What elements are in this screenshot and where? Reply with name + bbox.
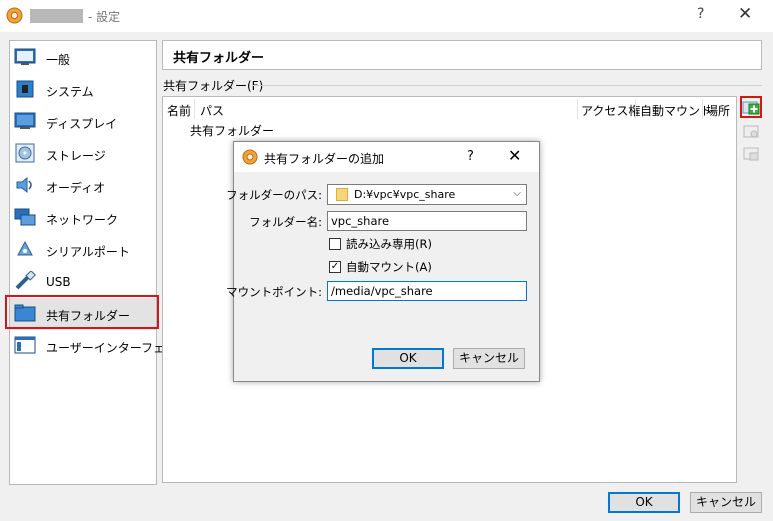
monitor-general-icon bbox=[14, 48, 36, 65]
usb-icon bbox=[15, 271, 36, 290]
mount-point-field[interactable]: /media/vpc_share bbox=[327, 281, 527, 301]
sidebar-item-general[interactable]: 一般 bbox=[10, 42, 156, 74]
sidebar-item-label: ディスプレイ bbox=[46, 117, 118, 131]
folder-path-combo[interactable]: D:¥vpc¥vpc_share ⌵ bbox=[327, 184, 527, 205]
network-icon bbox=[14, 208, 36, 226]
folder-name-label: フォルダー名: bbox=[249, 215, 322, 229]
page-title: 共有フォルダー bbox=[173, 51, 265, 66]
dialog-close-button[interactable]: ✕ bbox=[508, 146, 521, 165]
folder-path-label: フォルダーのパス: bbox=[226, 188, 322, 202]
close-button[interactable]: ✕ bbox=[738, 4, 752, 24]
column-header-location[interactable]: 場所 bbox=[706, 102, 730, 119]
virtualbox-gear-icon bbox=[6, 7, 23, 24]
automount-label[interactable]: 自動マウント(A) bbox=[346, 259, 432, 275]
sidebar-item-storage[interactable]: ストレージ bbox=[10, 138, 156, 170]
chip-system-icon bbox=[16, 80, 34, 98]
sidebar-item-audio[interactable]: オーディオ bbox=[10, 170, 156, 202]
sidebar-item-display[interactable]: ディスプレイ bbox=[10, 106, 156, 138]
sidebar-item-label: 一般 bbox=[46, 53, 71, 67]
chevron-down-icon: ⌵ bbox=[513, 188, 521, 199]
column-header-access[interactable]: アクセス権 bbox=[581, 102, 640, 119]
sidebar-item-serial-port[interactable]: シリアルポート bbox=[10, 234, 156, 266]
dialog-title-bar: 共有フォルダーの追加 ? ✕ bbox=[234, 142, 539, 172]
sidebar-item-user-interface[interactable]: ユーザーインターフェース bbox=[10, 330, 188, 362]
dialog-cancel-button[interactable]: キャンセル bbox=[453, 348, 525, 369]
speaker-audio-icon bbox=[16, 176, 32, 194]
folder-name-field[interactable]: vpc_share bbox=[327, 211, 527, 231]
sidebar-item-network[interactable]: ネットワーク bbox=[10, 202, 156, 234]
remove-shared-folder-icon[interactable] bbox=[742, 144, 760, 162]
dialog-ok-button[interactable]: OK bbox=[372, 348, 444, 369]
column-divider bbox=[702, 99, 703, 119]
sidebar-item-label: ストレージ bbox=[46, 149, 106, 163]
shared-folders-group-label: 共有フォルダー(F) bbox=[163, 79, 264, 93]
sidebar-item-label: ネットワーク bbox=[46, 213, 119, 227]
ok-button[interactable]: OK bbox=[608, 492, 680, 513]
title-bar: - 設定 ? ✕ bbox=[0, 0, 773, 32]
column-divider bbox=[194, 99, 195, 119]
readonly-label[interactable]: 読み込み専用(R) bbox=[346, 236, 432, 252]
window-ui-icon bbox=[14, 336, 36, 354]
add-button-highlight-outline bbox=[740, 96, 762, 118]
automount-checkbox[interactable]: ✓ bbox=[329, 261, 341, 273]
page-header: 共有フォルダー bbox=[162, 40, 762, 70]
folder-icon bbox=[336, 188, 348, 201]
table-row[interactable]: 共有フォルダー bbox=[190, 122, 274, 139]
disc-storage-icon bbox=[15, 143, 35, 163]
readonly-checkbox[interactable] bbox=[329, 238, 341, 250]
add-shared-folder-dialog: 共有フォルダーの追加 ? ✕ フォルダーのパス: D:¥vpc¥vpc_shar… bbox=[226, 141, 540, 382]
group-divider bbox=[252, 85, 762, 86]
mount-point-label: マウントポイント: bbox=[226, 285, 322, 299]
cancel-button[interactable]: キャンセル bbox=[690, 492, 762, 513]
help-button[interactable]: ? bbox=[697, 6, 704, 22]
redacted-vm-name bbox=[30, 9, 83, 23]
sidebar-item-label: システム bbox=[46, 85, 94, 99]
serial-port-icon bbox=[17, 240, 33, 256]
column-divider bbox=[577, 99, 578, 119]
column-header-name[interactable]: 名前 bbox=[167, 102, 191, 119]
sidebar-item-label: オーディオ bbox=[46, 181, 106, 195]
sidebar-item-label: シリアルポート bbox=[46, 245, 130, 259]
window-title: - 設定 bbox=[88, 10, 121, 24]
dialog-title: 共有フォルダーの追加 bbox=[264, 152, 385, 166]
edit-shared-folder-icon[interactable] bbox=[742, 122, 760, 140]
sidebar-item-label: USB bbox=[46, 275, 71, 289]
settings-sidebar: 一般 システム ディスプレイ ストレージ オーディオ ネットワーク シリアルポー… bbox=[9, 40, 188, 485]
sidebar-item-system[interactable]: システム bbox=[10, 74, 156, 106]
virtualbox-gear-icon bbox=[242, 149, 258, 165]
folder-path-value: D:¥vpc¥vpc_share bbox=[354, 188, 456, 201]
sidebar-item-usb[interactable]: USB bbox=[10, 266, 156, 298]
column-header-path[interactable]: パス bbox=[200, 102, 224, 119]
dialog-help-button[interactable]: ? bbox=[467, 149, 474, 164]
display-icon bbox=[14, 112, 36, 129]
selection-highlight-outline bbox=[5, 295, 159, 329]
column-divider bbox=[635, 99, 636, 119]
